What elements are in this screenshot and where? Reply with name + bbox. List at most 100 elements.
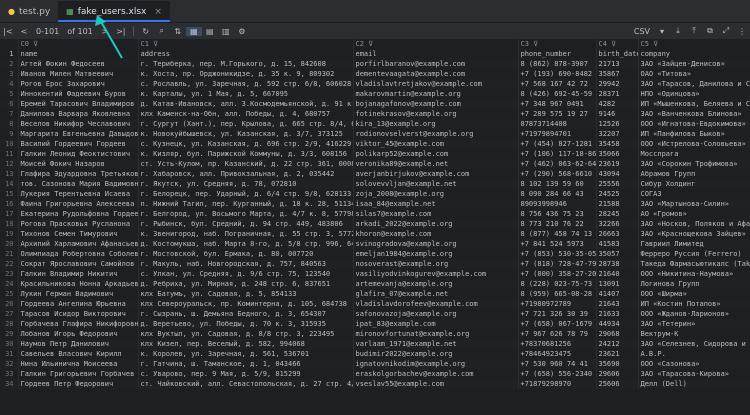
table-cell[interactable]: +7 568 167 42 72: [518, 79, 597, 89]
table-cell[interactable]: nosoverast@example.org: [353, 259, 519, 269]
table-row[interactable]: 13 Глафира Эдуардовна Третьякова г. Хабаро…: [0, 169, 750, 179]
table-cell[interactable]: д. Катав-Ивановск, алл. 3.Космодемьянско…: [138, 99, 354, 109]
table-cell[interactable]: Рогов Ерос Захарович: [18, 79, 139, 89]
table-cell[interactable]: +78370681256: [518, 339, 597, 349]
table-cell[interactable]: 4282: [596, 99, 639, 109]
table-cell[interactable]: veronika89@example.net: [353, 159, 519, 169]
table-cell[interactable]: ОАО «Титова»: [638, 69, 750, 79]
table-cell[interactable]: 9146: [596, 109, 639, 119]
table-cell[interactable]: 8 (228) 023-75-73: [518, 279, 597, 289]
header-cell[interactable]: name: [18, 49, 139, 59]
table-cell[interactable]: Фаина Григорьевна Алексеева: [18, 199, 139, 209]
table-cell[interactable]: тов. Сазонова Мария Вадимовна: [18, 179, 139, 189]
table-cell[interactable]: СОГАЗ: [638, 189, 750, 199]
table-cell[interactable]: 89093998946: [518, 199, 597, 209]
table-cell[interactable]: г. Сургут (Хант.), пер. Крылова, д. 665 …: [138, 119, 354, 129]
table-cell[interactable]: к. Новокуйбышевск, ул. Казанская, д. 3/7…: [138, 129, 354, 139]
table-cell[interactable]: +71979894701: [518, 129, 597, 139]
table-cell[interactable]: ООО «Жданов-Ларионов»: [638, 309, 750, 319]
table-cell[interactable]: +7 (106) 117-18-86: [518, 149, 597, 159]
table-cell[interactable]: 32266: [596, 219, 639, 229]
table-cell[interactable]: ООО «Никитина-Наумова»: [638, 269, 750, 279]
table-cell[interactable]: НПО «Одинцова»: [638, 89, 750, 99]
table-cell[interactable]: Вектрум-К: [638, 329, 750, 339]
table-cell[interactable]: 8 (426) 692-45-59: [518, 89, 597, 99]
table-cell[interactable]: ООО «Ширма»: [638, 289, 750, 299]
table-row[interactable]: 12 Моисей Фокич Назаров ст. Усть-Кулом, пр…: [0, 159, 750, 169]
table-cell[interactable]: porfirlbaranov@example.com: [353, 59, 519, 69]
more-icon[interactable]: ⋮: [734, 27, 750, 36]
table-cell[interactable]: г. Макуль, наб. Новгородская, д. 757, 84…: [138, 259, 354, 269]
table-cell[interactable]: 26663: [596, 229, 639, 239]
table-cell[interactable]: клх Батумъ, ул. Садовая, д. 5, 854133: [138, 289, 354, 299]
table-cell[interactable]: 29942: [596, 79, 639, 89]
table-cell[interactable]: +78464923475: [518, 349, 597, 359]
table-cell[interactable]: А.В.Р.: [638, 349, 750, 359]
table-cell[interactable]: Лобанов Игорь Федорович: [18, 329, 139, 339]
table-cell[interactable]: п. Нижний Тагил, пер. Курганный, д. 18 к…: [138, 199, 354, 209]
table-cell[interactable]: 28371: [596, 89, 639, 99]
table-cell[interactable]: ЗАО «Зайцев-Денисов»: [638, 59, 750, 69]
column-header[interactable]: C3 ⊽: [518, 39, 597, 49]
table-cell[interactable]: г. Териберка, пер. М.Горького, д. 15, 84…: [138, 59, 354, 69]
table-cell[interactable]: +7 530 960 74 41: [518, 359, 597, 369]
table-cell[interactable]: 32207: [596, 129, 639, 139]
table-view-icon[interactable]: ▦: [185, 26, 202, 36]
table-cell[interactable]: Красильникова Нонна Аркадьевна: [18, 279, 139, 289]
table-cell[interactable]: с. Рославль, ул. Заречная, д. 592 стр. 6…: [138, 79, 354, 89]
table-cell[interactable]: Ферреро Руссия (Ferrero): [638, 249, 750, 259]
table-cell[interactable]: Олимпиада Робертовна Соболева: [18, 249, 139, 259]
table-cell[interactable]: Сократ Ярославович Самойлов: [18, 259, 139, 269]
table-cell[interactable]: +7 (454) 827-1281: [518, 139, 597, 149]
table-cell[interactable]: 24525: [596, 189, 639, 199]
table-cell[interactable]: Логинова Групп: [638, 279, 750, 289]
table-cell[interactable]: г. Белгород, ул. Восьмого Марта, д. 4/7 …: [138, 209, 354, 219]
close-icon[interactable]: ×: [154, 7, 162, 17]
next-page-icon[interactable]: >: [97, 27, 113, 36]
table-cell[interactable]: ООО «Истрелова-Соловьева»: [638, 139, 750, 149]
table-cell[interactable]: zoja_2008@example.org: [353, 189, 519, 199]
table-cell[interactable]: isaa_84@example.net: [353, 199, 519, 209]
table-cell[interactable]: ИП «Панфилова Быков»: [638, 129, 750, 139]
table-cell[interactable]: +7 (462) 063-62-64: [518, 159, 597, 169]
table-cell[interactable]: 8 756 436 75 23: [518, 209, 597, 219]
table-cell[interactable]: rodionovselverst@example.org: [353, 129, 519, 139]
table-cell[interactable]: 24212: [596, 339, 639, 349]
table-cell[interactable]: ipat_83@example.com: [353, 319, 519, 329]
table-cell[interactable]: Савельев Власович Кирилл: [18, 349, 139, 359]
table-cell[interactable]: 28245: [596, 209, 639, 219]
table-cell[interactable]: ООО «Игнатова-Евдокимова»: [638, 119, 750, 129]
table-row[interactable]: 17 Екатерина Рудольфовна Гордеева г. Белго…: [0, 209, 750, 219]
table-cell[interactable]: с. Улкан, ул. Средняя, д. 9/6 стр. 75, 1…: [138, 269, 354, 279]
table-cell[interactable]: Маргарита Евгеньевна Давыдова: [18, 129, 139, 139]
table-row[interactable]: 16 Фаина Григорьевна Алексеева п. Нижний Т…: [0, 199, 750, 209]
table-cell[interactable]: 8 (862) 878-3907: [518, 59, 597, 69]
table-row[interactable]: 18 Рогова Прасковья Русланона г. Рыбинск, …: [0, 219, 750, 229]
settings-icon[interactable]: ⚙: [234, 27, 250, 36]
table-cell[interactable]: 8 102 139 59 60: [518, 179, 597, 189]
table-row[interactable]: 2 Агтей Фокин Федосеев г. Териберка, пер. …: [0, 59, 750, 69]
table-cell[interactable]: +7 967 626 78 79: [518, 329, 597, 339]
download-icon[interactable]: ⤓: [670, 26, 686, 36]
refresh-icon[interactable]: ↻: [138, 27, 154, 36]
table-cell[interactable]: 35066: [596, 149, 639, 159]
table-cell[interactable]: к. Карталы, ул. 1 Мая, д. 5, 667095: [138, 89, 354, 99]
table-cell[interactable]: г. Мостовской, бул. Ермака, д. 80, 00772…: [138, 249, 354, 259]
table-cell[interactable]: ЗАО «Мартынова-Силин»: [638, 199, 750, 209]
table-cell[interactable]: к. Звенигород, наб. Пограничная, д. 55 с…: [138, 229, 354, 239]
table-cell[interactable]: +71980972789: [518, 299, 597, 309]
table-cell[interactable]: Нина Ильинична Моисеева: [18, 359, 139, 369]
format-dropdown[interactable]: CSV: [630, 27, 654, 36]
upload-icon[interactable]: ⤒: [686, 26, 702, 36]
table-cell[interactable]: Агтей Фокин Федосеев: [18, 59, 139, 69]
header-cell[interactable]: email: [353, 49, 519, 59]
table-cell[interactable]: bojanagafonov@example.com: [353, 99, 519, 109]
table-row[interactable]: 15 Лукерия Терентьевна Исаева г. Белорецк,…: [0, 189, 750, 199]
table-cell[interactable]: 8 773 210 76 22: [518, 219, 597, 229]
table-cell[interactable]: 21643: [596, 299, 639, 309]
table-row[interactable]: 33 Галкин Григорьевич Горбачев с. Уварово,…: [0, 369, 750, 379]
table-cell[interactable]: averjanbirjukov@example.com: [353, 169, 519, 179]
table-cell[interactable]: 21713: [596, 59, 639, 69]
table-cell[interactable]: 25556: [596, 179, 639, 189]
table-cell[interactable]: vladislavdorofeev@example.com: [353, 299, 519, 309]
